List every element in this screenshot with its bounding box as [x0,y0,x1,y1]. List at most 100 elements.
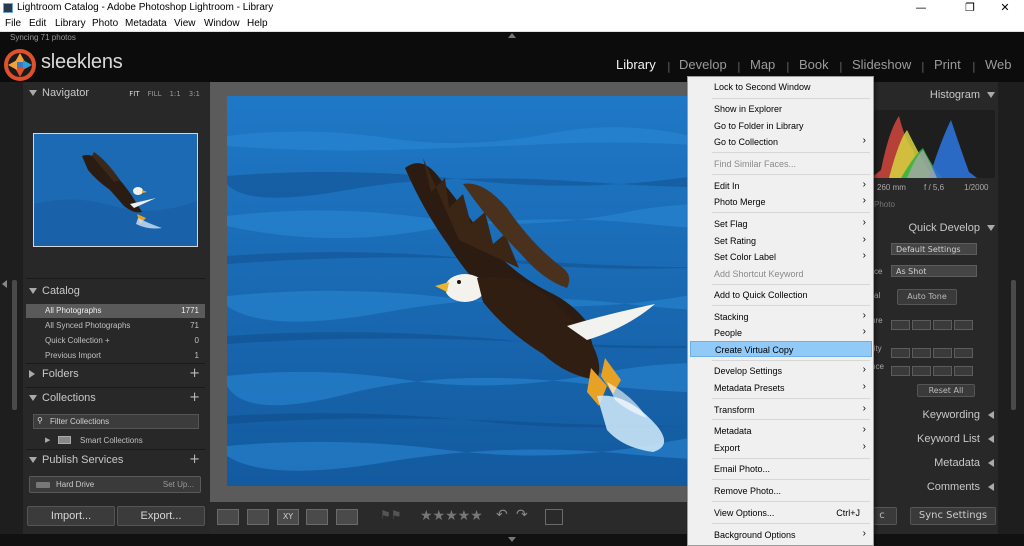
menu-item-metadata[interactable]: Metadata › [690,423,872,439]
catalog-row[interactable]: Previous Import 1 [26,349,205,363]
grid-view-icon[interactable] [217,509,239,525]
histogram-header[interactable]: Histogram [867,85,998,105]
star-rating[interactable]: ★★★★★ [420,508,483,524]
left-scrollbar[interactable] [12,280,17,410]
menu-item-set-color-label[interactable]: Set Color Label › [690,249,872,265]
menu-view[interactable]: View [174,18,196,29]
saved-preset-select[interactable]: Default Settings [891,243,977,255]
top-panel-toggle-icon[interactable] [508,33,516,38]
menu-item-label: Stacking [714,312,749,322]
smart-collections-label[interactable]: Smart Collections [80,436,143,445]
menu-file[interactable]: File [5,18,21,29]
catalog-row[interactable]: Quick Collection + 0 [26,334,205,348]
navigator-header[interactable]: Navigator FIT FILL 1:1 3:1 [23,84,206,104]
minimize-icon[interactable]: — [906,0,936,17]
menu-item-go-to-folder[interactable]: Go to Folder in Library [690,118,872,134]
menu-item-label: Add Shortcut Keyword [714,269,804,279]
hard-drive-service[interactable]: Hard Drive Set Up... [29,476,201,493]
menu-window[interactable]: Window [204,18,240,29]
menu-item-transform[interactable]: Transform › [690,402,872,418]
sync-settings-button[interactable]: Sync Settings [910,507,996,525]
module-develop[interactable]: Develop [679,57,727,72]
reset-all-button[interactable]: Reset All [917,384,975,397]
catalog-row[interactable]: All Synced Photographs 71 [26,319,205,333]
collections-header[interactable]: Collections + [23,389,206,409]
add-folder-icon[interactable]: + [189,366,200,381]
menu-item-set-flag[interactable]: Set Flag › [690,216,872,232]
keyword-list-header[interactable]: Keyword List [867,429,998,449]
histogram-title: Histogram [929,89,980,101]
setup-link[interactable]: Set Up... [163,480,194,489]
filter-collections-input[interactable]: ⚲ Filter Collections [33,414,199,429]
menu-item-email-photo[interactable]: Email Photo... [690,461,872,477]
menu-item-develop-settings[interactable]: Develop Settings › [690,363,872,379]
export-button[interactable]: Export... [117,506,205,526]
module-print[interactable]: Print [934,57,961,72]
exposure-buttons[interactable] [891,315,979,330]
zoom-fill[interactable]: FILL [148,90,162,98]
vibrance-buttons[interactable] [891,361,979,376]
module-map[interactable]: Map [750,57,775,72]
menu-item-background-options[interactable]: Background Options › [690,527,872,543]
right-scrollbar[interactable] [1011,280,1016,410]
menu-item-create-virtual-copy[interactable]: Create Virtual Copy [690,341,872,357]
maximize-icon[interactable]: ❐ [955,0,985,17]
menu-item-stacking[interactable]: Stacking › [690,309,872,325]
menu-item-edit-in[interactable]: Edit In › [690,178,872,194]
auto-tone-button[interactable]: Auto Tone [897,289,957,305]
menu-item-set-rating[interactable]: Set Rating › [690,233,872,249]
flag-icons[interactable]: ⚑⚑ [380,508,402,522]
module-slideshow[interactable]: Slideshow [852,57,911,72]
survey-view-icon[interactable] [306,509,328,525]
menu-help[interactable]: Help [247,18,268,29]
publish-services-header[interactable]: Publish Services + [23,451,206,471]
menu-item-add-to-quick-collection[interactable]: Add to Quick Collection [690,287,872,303]
menu-item-export[interactable]: Export › [690,440,872,456]
add-collection-icon[interactable]: + [189,390,200,405]
menu-item-show-in-explorer[interactable]: Show in Explorer [690,101,872,117]
metadata-header[interactable]: Metadata [867,453,998,473]
white-balance-select[interactable]: As Shot [891,265,977,277]
zoom-3-1[interactable]: 3:1 [189,90,200,98]
menu-item-remove-photo[interactable]: Remove Photo... [690,483,872,499]
menu-item-label: View Options... [714,508,775,518]
close-icon[interactable]: ✕ [990,0,1020,17]
people-view-icon[interactable] [336,509,358,525]
filmstrip-toggle-icon[interactable] [508,537,516,542]
menu-item-label: Show in Explorer [714,104,783,114]
navigator-preview[interactable] [33,133,198,247]
module-library[interactable]: Library [616,57,656,72]
menu-photo[interactable]: Photo [92,18,118,29]
menu-item-label: Go to Folder in Library [714,121,804,131]
catalog-row[interactable]: All Photographs 1771 [26,304,205,318]
comments-header[interactable]: Comments [867,477,998,497]
menu-item-people[interactable]: People › [690,325,872,341]
menu-item-lock-to-second-window[interactable]: Lock to Second Window [690,79,872,95]
menu-item-photo-merge[interactable]: Photo Merge › [690,194,872,210]
menu-metadata[interactable]: Metadata [125,18,167,29]
collapse-triangle-icon [29,395,37,401]
left-panel-toggle-icon[interactable] [2,280,7,288]
menu-edit[interactable]: Edit [29,18,46,29]
menu-library[interactable]: Library [55,18,86,29]
module-web[interactable]: Web [985,57,1012,72]
catalog-header[interactable]: Catalog [23,282,206,302]
compare-view-icon[interactable]: XY [277,509,299,525]
clarity-buttons[interactable] [891,343,979,358]
folders-header[interactable]: Folders + [23,365,206,385]
expand-triangle-icon[interactable]: ▶ [45,436,50,444]
quick-develop-header[interactable]: Quick Develop [867,218,998,238]
crop-icon[interactable] [545,509,563,525]
zoom-1-1[interactable]: 1:1 [169,90,180,98]
module-book[interactable]: Book [799,57,829,72]
loupe-view-icon[interactable] [247,509,269,525]
menu-item-go-to-collection[interactable]: Go to Collection › [690,134,872,150]
rotate-right-icon[interactable]: ↷ [516,507,528,523]
menu-item-metadata-presets[interactable]: Metadata Presets › [690,380,872,396]
import-button[interactable]: Import... [27,506,115,526]
keywording-header[interactable]: Keywording [867,405,998,425]
zoom-fit[interactable]: FIT [129,90,139,98]
add-publish-service-icon[interactable]: + [189,452,200,467]
menu-item-view-options[interactable]: View Options... Ctrl+J [690,505,872,521]
rotate-left-icon[interactable]: ↶ [496,507,508,523]
